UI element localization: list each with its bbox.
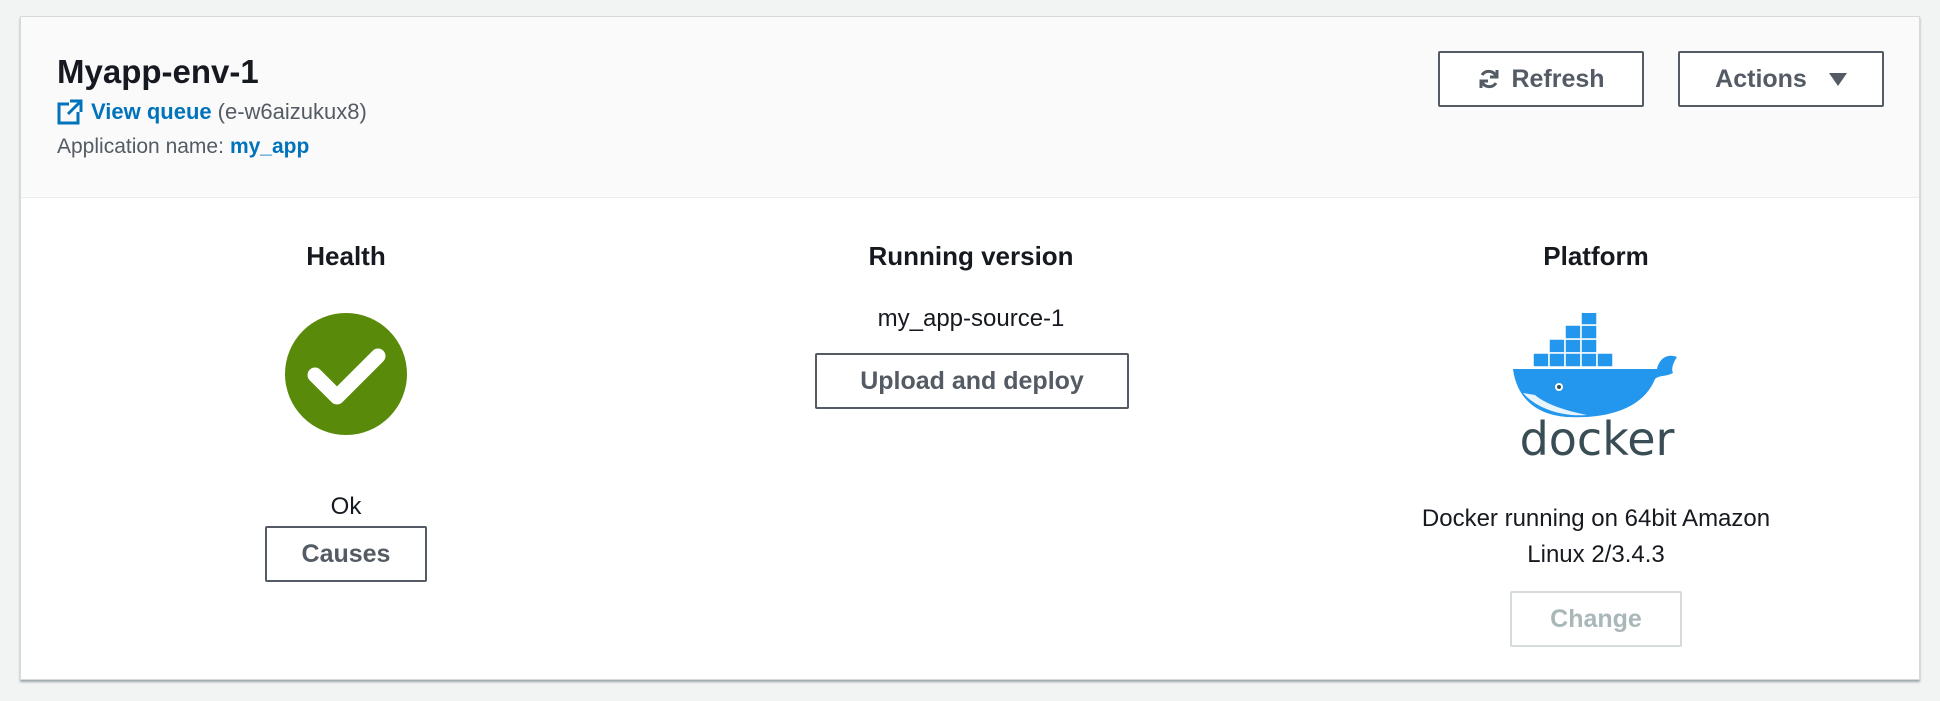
refresh-button[interactable]: Refresh bbox=[1438, 51, 1644, 107]
causes-button[interactable]: Causes bbox=[265, 526, 427, 582]
platform-title: Platform bbox=[1543, 241, 1649, 271]
application-name-line: Application name: my_app bbox=[57, 135, 309, 159]
environment-header: Myapp-env-1 View queue (e-w6aizukux8) Ap… bbox=[21, 17, 1919, 198]
health-status: Ok bbox=[330, 493, 362, 520]
docker-logo: docker bbox=[1513, 313, 1677, 463]
upload-and-deploy-button[interactable]: Upload and deploy bbox=[815, 353, 1129, 409]
external-link-icon[interactable] bbox=[57, 99, 83, 125]
actions-label: Actions bbox=[1715, 64, 1807, 93]
health-ok-icon bbox=[285, 313, 407, 435]
application-name-label: Application name: bbox=[57, 135, 224, 158]
refresh-label: Refresh bbox=[1511, 64, 1605, 93]
health-title: Health bbox=[306, 241, 386, 271]
caret-down-icon bbox=[1828, 72, 1847, 86]
environment-id: (e-w6aizukux8) bbox=[217, 99, 367, 124]
application-name-link[interactable]: my_app bbox=[230, 135, 309, 158]
queue-line: View queue (e-w6aizukux8) bbox=[57, 99, 367, 125]
actions-button[interactable]: Actions bbox=[1678, 51, 1884, 107]
environment-panel: Myapp-env-1 View queue (e-w6aizukux8) Ap… bbox=[20, 16, 1920, 680]
refresh-icon bbox=[1479, 69, 1499, 89]
running-version-value: my_app-source-1 bbox=[877, 305, 1065, 332]
change-platform-button: Change bbox=[1510, 591, 1682, 647]
platform-description-line2: Linux 2/3.4.3 bbox=[1527, 541, 1665, 568]
running-version-title: Running version bbox=[868, 241, 1074, 271]
docker-wordmark: docker bbox=[1520, 412, 1675, 463]
platform-description-line1: Docker running on 64bit Amazon bbox=[1421, 505, 1771, 532]
environment-title: Myapp-env-1 bbox=[57, 53, 259, 90]
view-queue-link[interactable]: View queue bbox=[91, 99, 212, 125]
